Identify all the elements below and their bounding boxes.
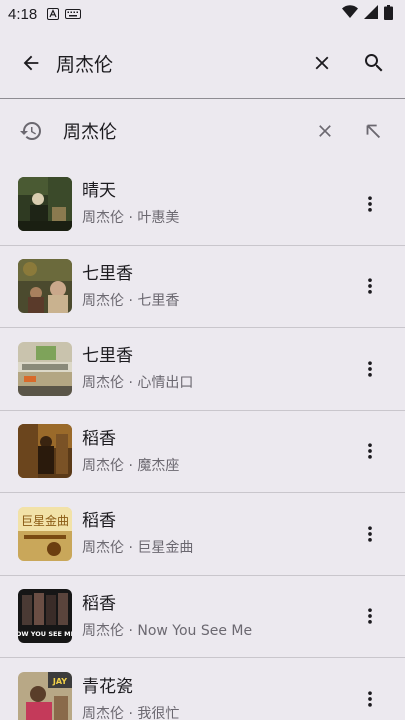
album-cover-image xyxy=(18,424,72,479)
remove-history-button[interactable] xyxy=(301,107,349,155)
more-options-button[interactable] xyxy=(346,427,394,475)
status-bar: 4:18 xyxy=(0,0,405,28)
more-options-button[interactable] xyxy=(346,592,394,640)
song-subtitle: 周杰伦 · 叶惠美 xyxy=(82,210,180,227)
cellular-signal-icon xyxy=(364,5,378,23)
more-vert-icon xyxy=(368,691,372,707)
more-vert-icon xyxy=(368,443,372,459)
battery-icon xyxy=(384,4,393,24)
fill-query-button[interactable] xyxy=(349,107,397,155)
arrow-back-icon xyxy=(23,55,39,71)
history-item-label: 周杰伦 xyxy=(63,122,117,143)
song-row[interactable]: JAY 青花瓷 周杰伦 · 我很忙 xyxy=(0,658,405,720)
search-history-item[interactable]: 周杰伦 xyxy=(0,100,405,162)
song-row[interactable]: NOW YOU SEE ME2 稻香 周杰伦 · Now You See Me xyxy=(0,576,405,658)
song-row[interactable]: 七里香 周杰伦 · 七里香 xyxy=(0,246,405,328)
song-subtitle: 周杰伦 · 心情出口 xyxy=(82,375,194,392)
more-vert-icon xyxy=(368,278,372,294)
arrow-up-left-icon xyxy=(366,124,381,139)
song-subtitle: 周杰伦 · 我很忙 xyxy=(82,705,180,720)
song-title: 晴天 xyxy=(82,181,116,202)
album-cover-image: 巨星金曲 xyxy=(18,506,72,561)
clear-search-button[interactable] xyxy=(299,39,345,87)
close-icon xyxy=(319,125,331,137)
album-cover-image: NOW YOU SEE ME2 xyxy=(18,589,72,644)
cover-text: NOW YOU SEE ME2 xyxy=(18,630,72,638)
album-cover-image: JAY xyxy=(18,672,72,720)
search-button[interactable] xyxy=(351,39,397,87)
song-list: 晴天 周杰伦 · 叶惠美 七里香 周杰伦 · 七里香 七里香 周杰伦 · 心情出… xyxy=(0,163,405,720)
song-subtitle: 周杰伦 · Now You See Me xyxy=(82,622,253,639)
more-options-button[interactable] xyxy=(346,345,394,393)
close-icon xyxy=(315,56,329,70)
song-subtitle: 周杰伦 · 魔杰座 xyxy=(82,457,180,474)
album-cover-image xyxy=(18,176,72,231)
song-subtitle: 周杰伦 · 七里香 xyxy=(82,292,180,309)
more-options-button[interactable] xyxy=(346,262,394,310)
cover-text: JAY xyxy=(52,677,67,686)
song-row[interactable]: 巨星金曲 稻香 周杰伦 · 巨星金曲 xyxy=(0,493,405,576)
album-cover-image xyxy=(18,341,72,396)
more-vert-icon xyxy=(368,526,372,542)
history-icon xyxy=(7,107,55,155)
cover-text: 巨星金曲 xyxy=(21,513,69,528)
more-vert-icon xyxy=(368,196,372,212)
album-cover-image xyxy=(18,259,72,314)
song-title: 七里香 xyxy=(82,346,133,367)
back-button[interactable] xyxy=(8,39,54,87)
wifi-icon xyxy=(342,5,358,23)
search-bar xyxy=(0,28,405,99)
song-row[interactable]: 晴天 周杰伦 · 叶惠美 xyxy=(0,163,405,246)
song-title: 七里香 xyxy=(82,263,133,284)
more-options-button[interactable] xyxy=(346,675,394,720)
more-vert-icon xyxy=(368,608,372,624)
song-row[interactable]: 七里香 周杰伦 · 心情出口 xyxy=(0,328,405,411)
search-input[interactable] xyxy=(56,43,299,83)
song-row[interactable]: 稻香 周杰伦 · 魔杰座 xyxy=(0,411,405,493)
more-vert-icon xyxy=(368,361,372,377)
song-title: 青花瓷 xyxy=(82,676,133,697)
more-options-button[interactable] xyxy=(346,510,394,558)
keyboard-icon xyxy=(65,9,82,19)
notification-a-icon xyxy=(47,8,60,20)
song-title: 稻香 xyxy=(82,428,116,449)
song-title: 稻香 xyxy=(82,511,116,532)
status-time: 4:18 xyxy=(8,5,38,23)
song-subtitle: 周杰伦 · 巨星金曲 xyxy=(82,540,194,557)
song-title: 稻香 xyxy=(82,593,116,614)
more-options-button[interactable] xyxy=(346,180,394,228)
search-icon xyxy=(365,54,383,72)
